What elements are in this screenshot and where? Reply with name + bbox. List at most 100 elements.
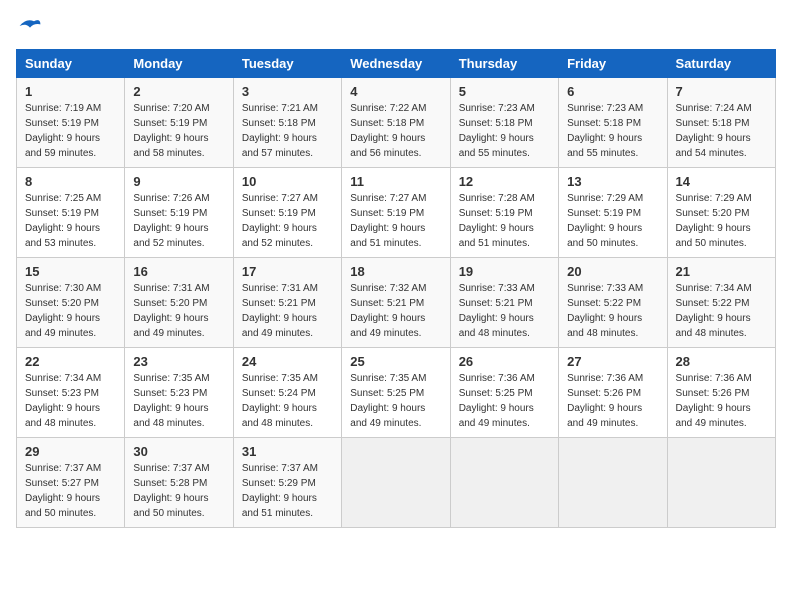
day-number: 1 [25,84,116,99]
day-number: 14 [676,174,767,189]
calendar-cell: 6 Sunrise: 7:23 AMSunset: 5:18 PMDayligh… [559,77,667,167]
day-number: 4 [350,84,441,99]
day-info: Sunrise: 7:34 AMSunset: 5:23 PMDaylight:… [25,373,101,429]
day-number: 22 [25,354,116,369]
day-info: Sunrise: 7:35 AMSunset: 5:23 PMDaylight:… [133,373,209,429]
calendar-cell: 22 Sunrise: 7:34 AMSunset: 5:23 PMDaylig… [17,347,125,437]
day-info: Sunrise: 7:19 AMSunset: 5:19 PMDaylight:… [25,103,101,159]
day-info: Sunrise: 7:31 AMSunset: 5:21 PMDaylight:… [242,283,318,339]
day-number: 6 [567,84,658,99]
calendar-cell: 18 Sunrise: 7:32 AMSunset: 5:21 PMDaylig… [342,257,450,347]
logo-bird-icon [18,16,42,36]
weekday-header-friday: Friday [559,49,667,77]
calendar-cell: 1 Sunrise: 7:19 AMSunset: 5:19 PMDayligh… [17,77,125,167]
day-number: 2 [133,84,224,99]
day-number: 20 [567,264,658,279]
week-row-5: 29 Sunrise: 7:37 AMSunset: 5:27 PMDaylig… [17,437,776,527]
week-row-3: 15 Sunrise: 7:30 AMSunset: 5:20 PMDaylig… [17,257,776,347]
day-number: 30 [133,444,224,459]
day-number: 8 [25,174,116,189]
day-number: 5 [459,84,550,99]
calendar-cell [342,437,450,527]
day-info: Sunrise: 7:27 AMSunset: 5:19 PMDaylight:… [242,193,318,249]
calendar-cell: 26 Sunrise: 7:36 AMSunset: 5:25 PMDaylig… [450,347,558,437]
day-number: 12 [459,174,550,189]
calendar-cell: 4 Sunrise: 7:22 AMSunset: 5:18 PMDayligh… [342,77,450,167]
day-info: Sunrise: 7:31 AMSunset: 5:20 PMDaylight:… [133,283,209,339]
calendar-cell: 28 Sunrise: 7:36 AMSunset: 5:26 PMDaylig… [667,347,775,437]
day-info: Sunrise: 7:30 AMSunset: 5:20 PMDaylight:… [25,283,101,339]
calendar-cell: 29 Sunrise: 7:37 AMSunset: 5:27 PMDaylig… [17,437,125,527]
day-info: Sunrise: 7:28 AMSunset: 5:19 PMDaylight:… [459,193,535,249]
weekday-header-thursday: Thursday [450,49,558,77]
day-info: Sunrise: 7:29 AMSunset: 5:20 PMDaylight:… [676,193,752,249]
day-number: 10 [242,174,333,189]
day-info: Sunrise: 7:29 AMSunset: 5:19 PMDaylight:… [567,193,643,249]
day-info: Sunrise: 7:32 AMSunset: 5:21 PMDaylight:… [350,283,426,339]
calendar-cell: 16 Sunrise: 7:31 AMSunset: 5:20 PMDaylig… [125,257,233,347]
calendar-cell: 21 Sunrise: 7:34 AMSunset: 5:22 PMDaylig… [667,257,775,347]
day-info: Sunrise: 7:33 AMSunset: 5:21 PMDaylight:… [459,283,535,339]
day-info: Sunrise: 7:21 AMSunset: 5:18 PMDaylight:… [242,103,318,159]
day-number: 23 [133,354,224,369]
calendar-cell: 9 Sunrise: 7:26 AMSunset: 5:19 PMDayligh… [125,167,233,257]
day-number: 25 [350,354,441,369]
logo [16,16,42,41]
calendar-cell [450,437,558,527]
calendar-cell: 30 Sunrise: 7:37 AMSunset: 5:28 PMDaylig… [125,437,233,527]
day-info: Sunrise: 7:23 AMSunset: 5:18 PMDaylight:… [567,103,643,159]
day-number: 28 [676,354,767,369]
day-number: 24 [242,354,333,369]
day-number: 15 [25,264,116,279]
weekday-header-row: SundayMondayTuesdayWednesdayThursdayFrid… [17,49,776,77]
calendar-cell: 24 Sunrise: 7:35 AMSunset: 5:24 PMDaylig… [233,347,341,437]
calendar-cell: 11 Sunrise: 7:27 AMSunset: 5:19 PMDaylig… [342,167,450,257]
weekday-header-tuesday: Tuesday [233,49,341,77]
week-row-1: 1 Sunrise: 7:19 AMSunset: 5:19 PMDayligh… [17,77,776,167]
day-info: Sunrise: 7:22 AMSunset: 5:18 PMDaylight:… [350,103,426,159]
day-number: 17 [242,264,333,279]
calendar-cell [559,437,667,527]
calendar-cell: 2 Sunrise: 7:20 AMSunset: 5:19 PMDayligh… [125,77,233,167]
calendar-cell: 17 Sunrise: 7:31 AMSunset: 5:21 PMDaylig… [233,257,341,347]
day-number: 21 [676,264,767,279]
day-info: Sunrise: 7:37 AMSunset: 5:28 PMDaylight:… [133,463,209,519]
day-info: Sunrise: 7:27 AMSunset: 5:19 PMDaylight:… [350,193,426,249]
calendar-cell: 15 Sunrise: 7:30 AMSunset: 5:20 PMDaylig… [17,257,125,347]
day-info: Sunrise: 7:35 AMSunset: 5:25 PMDaylight:… [350,373,426,429]
day-info: Sunrise: 7:33 AMSunset: 5:22 PMDaylight:… [567,283,643,339]
calendar-cell: 12 Sunrise: 7:28 AMSunset: 5:19 PMDaylig… [450,167,558,257]
calendar-cell: 3 Sunrise: 7:21 AMSunset: 5:18 PMDayligh… [233,77,341,167]
week-row-4: 22 Sunrise: 7:34 AMSunset: 5:23 PMDaylig… [17,347,776,437]
calendar-cell [667,437,775,527]
day-number: 31 [242,444,333,459]
header [16,16,776,41]
calendar-cell: 23 Sunrise: 7:35 AMSunset: 5:23 PMDaylig… [125,347,233,437]
day-info: Sunrise: 7:36 AMSunset: 5:25 PMDaylight:… [459,373,535,429]
day-info: Sunrise: 7:36 AMSunset: 5:26 PMDaylight:… [567,373,643,429]
weekday-header-saturday: Saturday [667,49,775,77]
day-info: Sunrise: 7:35 AMSunset: 5:24 PMDaylight:… [242,373,318,429]
calendar-cell: 7 Sunrise: 7:24 AMSunset: 5:18 PMDayligh… [667,77,775,167]
day-info: Sunrise: 7:25 AMSunset: 5:19 PMDaylight:… [25,193,101,249]
day-number: 16 [133,264,224,279]
day-info: Sunrise: 7:24 AMSunset: 5:18 PMDaylight:… [676,103,752,159]
weekday-header-wednesday: Wednesday [342,49,450,77]
weekday-header-sunday: Sunday [17,49,125,77]
day-number: 3 [242,84,333,99]
day-info: Sunrise: 7:37 AMSunset: 5:29 PMDaylight:… [242,463,318,519]
day-number: 26 [459,354,550,369]
day-info: Sunrise: 7:26 AMSunset: 5:19 PMDaylight:… [133,193,209,249]
weekday-header-monday: Monday [125,49,233,77]
calendar-cell: 10 Sunrise: 7:27 AMSunset: 5:19 PMDaylig… [233,167,341,257]
day-info: Sunrise: 7:37 AMSunset: 5:27 PMDaylight:… [25,463,101,519]
day-number: 9 [133,174,224,189]
day-number: 13 [567,174,658,189]
day-number: 19 [459,264,550,279]
day-number: 11 [350,174,441,189]
day-info: Sunrise: 7:36 AMSunset: 5:26 PMDaylight:… [676,373,752,429]
day-info: Sunrise: 7:34 AMSunset: 5:22 PMDaylight:… [676,283,752,339]
day-number: 27 [567,354,658,369]
calendar-table: SundayMondayTuesdayWednesdayThursdayFrid… [16,49,776,528]
calendar-cell: 5 Sunrise: 7:23 AMSunset: 5:18 PMDayligh… [450,77,558,167]
